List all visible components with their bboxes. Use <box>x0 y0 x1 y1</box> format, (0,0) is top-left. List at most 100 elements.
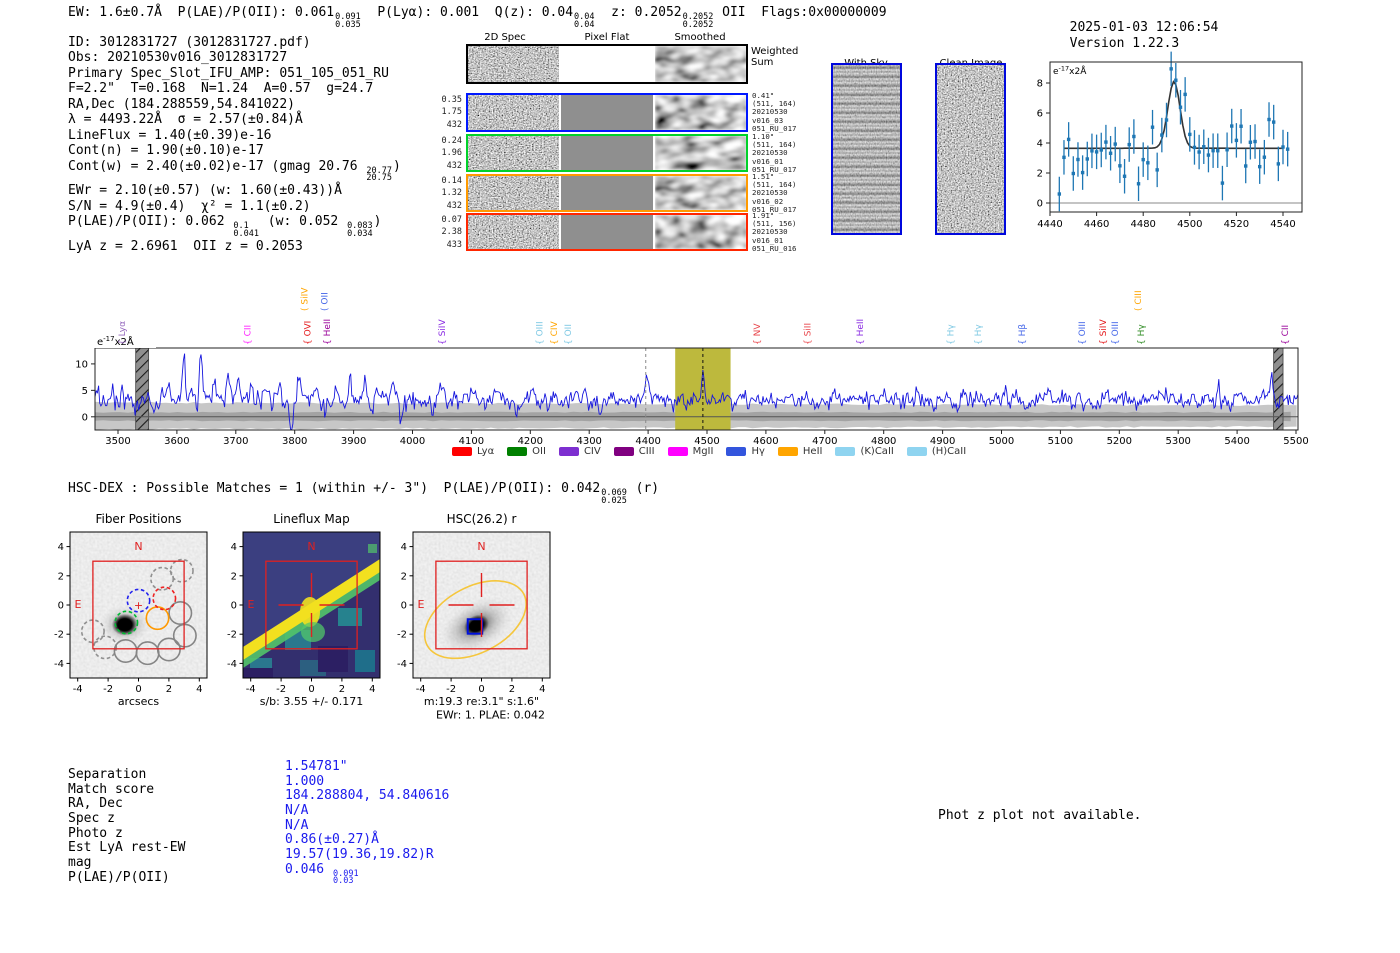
data-point <box>1271 120 1276 124</box>
spectral-line-label: { Hγ <box>974 324 984 345</box>
data-point <box>1094 150 1099 154</box>
info-line: RA,Dec (184.288559,54.841022) <box>68 96 295 112</box>
smoothed-cell <box>654 176 746 210</box>
spectral-line-label: { OVI <box>304 321 314 345</box>
x-tick-label: -4 <box>246 684 256 695</box>
legend-label: CIV <box>583 446 601 457</box>
spectrum-legend: Lyα OII CIV CIII MgII Hγ HeII (K)CaII (H)CaII <box>452 446 979 457</box>
match-table-label: Match score <box>68 781 155 797</box>
hsc-dex-match-line: HSC-DEX : Possible Matches = 1 (within +… <box>68 481 660 506</box>
x-tick-label: 4 <box>539 684 545 695</box>
lineflux-patch <box>318 646 348 672</box>
data-point <box>1220 181 1225 185</box>
svg-text:{ CII: { CII <box>1281 325 1291 345</box>
legend-item: (K)CaII <box>835 446 894 457</box>
legend-label: Lyα <box>477 446 495 457</box>
legend-swatch <box>613 447 634 456</box>
row-weight-labels: 0.07 2.38 433 <box>441 215 462 250</box>
legend-label: HeII <box>802 446 823 457</box>
legend-item: CIV <box>558 446 601 457</box>
spectral-line-label: ( OII <box>321 292 331 311</box>
x-tick-label: 5100 <box>1048 436 1073 447</box>
cutout-image-0: + N E <box>70 532 207 678</box>
svg-text:( OII: ( OII <box>321 292 331 311</box>
spectral-line-label: { CIV <box>550 320 560 345</box>
legend-swatch <box>558 447 579 456</box>
lineflux-patch <box>338 608 362 626</box>
spectral-line-label: { SiIV <box>1099 319 1109 345</box>
cutout-caption2: EWr: 1. PLAE: 0.042 <box>436 709 545 722</box>
legend-swatch <box>726 447 747 456</box>
legend-swatch <box>835 447 856 456</box>
detection-info-block: ID: 3012831727 (3012831727.pdf) Obs: 2021… <box>68 35 401 254</box>
match-table-value: 19.57(19.36,19.82)R <box>285 846 434 862</box>
legend-item: (H)CaII <box>906 446 966 457</box>
svg-text:{ OIII: { OIII <box>1078 321 1088 345</box>
col-header-pixelflat: Pixel Flat <box>584 32 630 43</box>
y-tick-label: 4 <box>1037 139 1043 150</box>
spectral-line-label: { HeII <box>856 319 866 345</box>
svg-text:{ OVI: { OVI <box>304 321 314 345</box>
match-table-value: 184.288804, 54.840616 <box>285 788 450 804</box>
2d-spec-cell <box>468 95 560 130</box>
pixel-flat-cell <box>561 176 653 210</box>
data-point <box>1234 138 1239 143</box>
y-tick-label: -4 <box>54 659 64 670</box>
x-tick-label: -2 <box>103 684 113 695</box>
x-tick-label: 4500 <box>1177 219 1202 230</box>
summary-stats-line: EW: 1.6±0.7Å P(LAE)/P(OII): 0.061 0.091 0.… <box>68 5 887 30</box>
data-point <box>1206 153 1211 157</box>
spectral-line-label: { NV <box>753 323 763 345</box>
spectral-line-label: { Hγ <box>946 324 956 345</box>
stacked-fraction: 20.77 20.75 <box>366 165 393 184</box>
data-point <box>1155 168 1159 172</box>
match-table-labels: Separation Match score RA, Dec Spec z Photo … <box>68 767 185 885</box>
data-point <box>1262 155 1267 159</box>
info-line: ID: 3012831727 (3012831727.pdf) <box>68 35 311 50</box>
match-table-label: mag <box>68 854 92 870</box>
data-point <box>1285 147 1290 151</box>
2d-spec-cell <box>468 176 560 210</box>
legend-item: MgII <box>667 446 713 457</box>
data-point <box>1066 137 1071 142</box>
cutout-title: Fiber Positions <box>95 512 181 526</box>
y-tick-label: 0 <box>401 601 407 612</box>
info-line: EWr = 2.10(±0.57) (w: 1.60(±0.43))Å <box>68 183 342 199</box>
y-tick-label: 2 <box>58 571 64 582</box>
data-point <box>1164 118 1169 122</box>
y-tick-label: 5 <box>82 386 88 397</box>
svg-text:{ HeII: { HeII <box>323 319 333 345</box>
data-point <box>1276 162 1281 166</box>
weighted-sum-strip <box>466 44 748 84</box>
data-point <box>1141 157 1145 162</box>
data-point <box>1183 92 1187 97</box>
match-table-label: Photo z <box>68 825 123 841</box>
row-fiber-labels: 1.10" (511, 164) 20210530 v016_01 051_RU… <box>752 132 797 174</box>
legend-item: OII <box>507 446 546 457</box>
data-point <box>1239 124 1243 128</box>
x-tick-label: -2 <box>446 684 456 695</box>
spectral-line-label: { CII <box>1281 325 1291 345</box>
data-point <box>1062 155 1066 160</box>
stacked-fraction: 0.04 0.04 <box>574 12 595 30</box>
data-point <box>1085 157 1089 161</box>
x-tick-label: 4 <box>196 684 202 695</box>
2d-spec-cell <box>468 136 560 170</box>
legend-item: HeII <box>777 446 823 457</box>
spectral-line-label: { CII <box>244 325 254 345</box>
lineflux-patch <box>243 668 273 678</box>
stacked-fraction: 0.2052 0.2052 <box>682 12 714 30</box>
data-point <box>1174 78 1178 82</box>
pixel-flat-cell <box>561 136 653 170</box>
svg-text:{ SiIV: { SiIV <box>1099 319 1109 345</box>
lineflux-patch <box>355 650 375 672</box>
stacked-fraction: 0.069 0.025 <box>601 488 627 506</box>
y-tick-label: 10 <box>75 359 88 370</box>
cutout-image-2: NE <box>413 532 550 678</box>
x-tick-label: 2 <box>509 684 515 695</box>
data-point <box>1146 161 1150 165</box>
data-point <box>1076 157 1080 162</box>
north-label: N <box>477 540 485 553</box>
y-tick-label: 4 <box>401 542 407 553</box>
legend-swatch <box>667 447 688 456</box>
